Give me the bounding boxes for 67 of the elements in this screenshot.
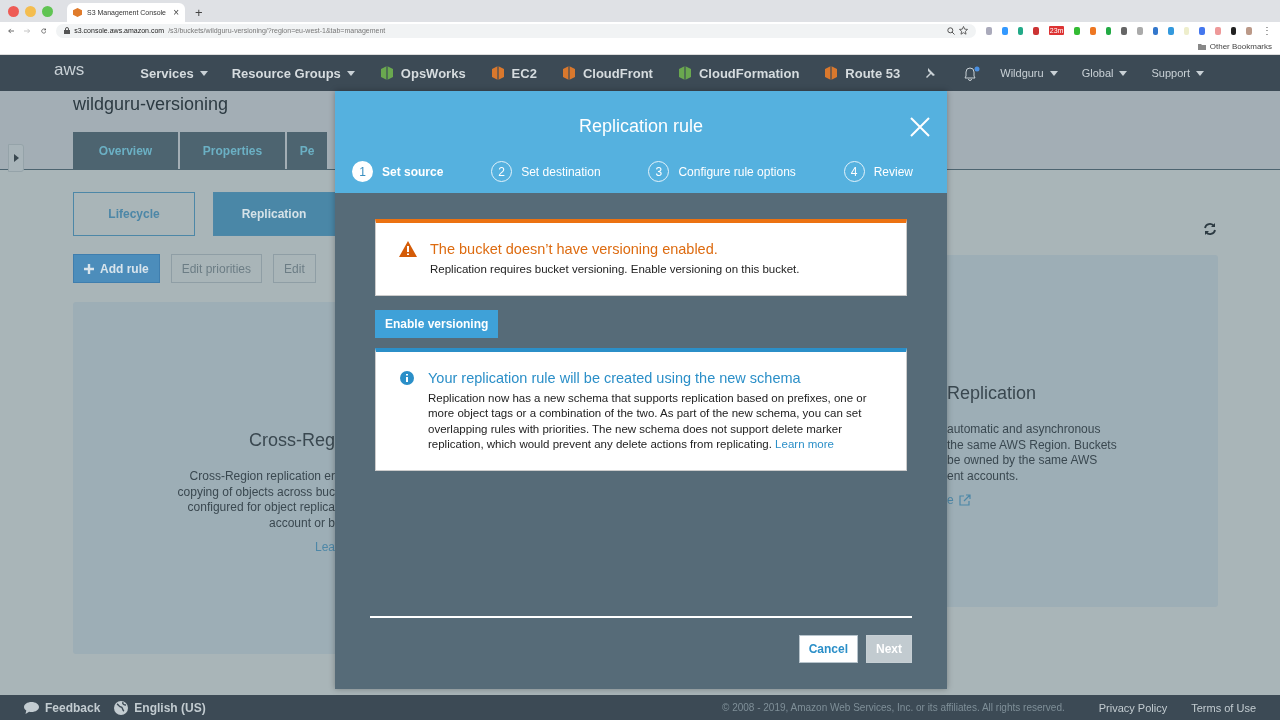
info-title: Your replication rule will be created using the new schema (428, 369, 802, 386)
new-tab-button[interactable]: + (191, 6, 207, 22)
plus-icon (84, 263, 94, 274)
triangle-icon (13, 154, 19, 162)
card-title: Replication (947, 383, 1037, 404)
warning-text: Replication requires bucket versioning. Enable versioning on this bucket. (430, 262, 800, 277)
bookmark-folder[interactable]: Other Bookmarks (1209, 42, 1272, 51)
subtab[interactable]: Replication (213, 192, 335, 236)
nav-menu[interactable]: Resource Groups (231, 65, 355, 81)
reload-icon[interactable] (40, 26, 47, 35)
card-text: the same AWS Region. Buckets (947, 437, 1117, 453)
card-text: configured for object replica (187, 500, 335, 516)
bell-icon[interactable] (964, 65, 981, 81)
footer-link[interactable]: Terms of Use (1191, 701, 1256, 714)
close-tab-button[interactable]: × (173, 7, 179, 18)
nav-shortcut[interactable]: CloudFormation (676, 65, 800, 81)
warning-title: The bucket doesn’t have versioning enabled. (430, 241, 719, 257)
zoom-icon[interactable] (947, 26, 956, 35)
nav-shortcut[interactable]: Route 53 (823, 65, 901, 81)
enable-versioning-button[interactable]: Enable versioning (375, 309, 499, 338)
account-menu[interactable]: Global (1081, 67, 1128, 79)
cube-icon (73, 8, 82, 17)
caret-icon (346, 70, 355, 76)
card-text: Cross-Region replication er (189, 469, 335, 485)
wizard-step[interactable]: 1 Set source (352, 161, 444, 182)
caret-icon (199, 70, 208, 76)
folder-icon (1197, 43, 1206, 50)
nav-menu[interactable]: Services (140, 65, 208, 81)
bucket-title: wildguru-versioning (73, 94, 230, 116)
star-icon[interactable] (959, 26, 969, 35)
dialog-title: Replication rule (578, 116, 704, 137)
caret-icon (1119, 70, 1128, 76)
copyright-text: © 2008 - 2019, Amazon Web Services, Inc. or its affiliates. All rights reserved. (722, 702, 1065, 713)
cancel-button[interactable]: Cancel (798, 635, 858, 663)
window-zoom-button[interactable] (42, 5, 53, 17)
external-link-icon (958, 494, 971, 506)
close-button[interactable] (909, 116, 931, 138)
card-text: be owned by the same AWS (947, 453, 1098, 469)
globe-icon (114, 700, 129, 715)
caret-icon (1049, 70, 1058, 76)
nav-shortcut[interactable]: OpsWorks (378, 65, 466, 81)
nav-shortcut[interactable]: EC2 (489, 65, 537, 81)
footer-link[interactable]: Privacy Policy (1098, 701, 1168, 714)
language-selector[interactable]: English (US) (114, 700, 206, 715)
card-text: account or b (268, 515, 335, 531)
card-text: copying of objects across buc (177, 484, 335, 500)
pin-icon[interactable] (924, 67, 937, 79)
info-icon (399, 369, 415, 386)
lock-icon (64, 27, 71, 34)
sidebar-toggle[interactable] (8, 144, 24, 172)
account-menu[interactable]: Support (1151, 67, 1204, 79)
speech-bubble-icon (24, 701, 39, 714)
aws-logo[interactable]: aws (54, 60, 85, 80)
browser-menu-button[interactable]: ⋮ (1261, 25, 1272, 36)
card-title: Cross-Reg (248, 430, 335, 451)
card-text: automatic and asynchronous (947, 422, 1101, 438)
caret-icon (1196, 70, 1204, 76)
window-close-button[interactable] (8, 5, 19, 17)
back-icon[interactable] (8, 26, 15, 35)
refresh-button[interactable] (1203, 222, 1217, 236)
info-text: Replication now has a new schema that supports replication based on prefixes, one or more object tags or a combination of the two. As part of the new schema, you can set overlapping rules with priorities. The new schema does not support delete marker replication, which would prevent any delete actions from replicating. Learn more (428, 390, 868, 452)
learn-more-link[interactable]: Learn more (775, 438, 834, 450)
card-text: ent accounts. (947, 468, 1019, 484)
account-menu[interactable]: Wildguru (1000, 67, 1058, 79)
nav-shortcut[interactable]: CloudFront (560, 65, 653, 81)
feedback-link[interactable]: Feedback (24, 700, 101, 715)
warning-icon (399, 241, 417, 257)
